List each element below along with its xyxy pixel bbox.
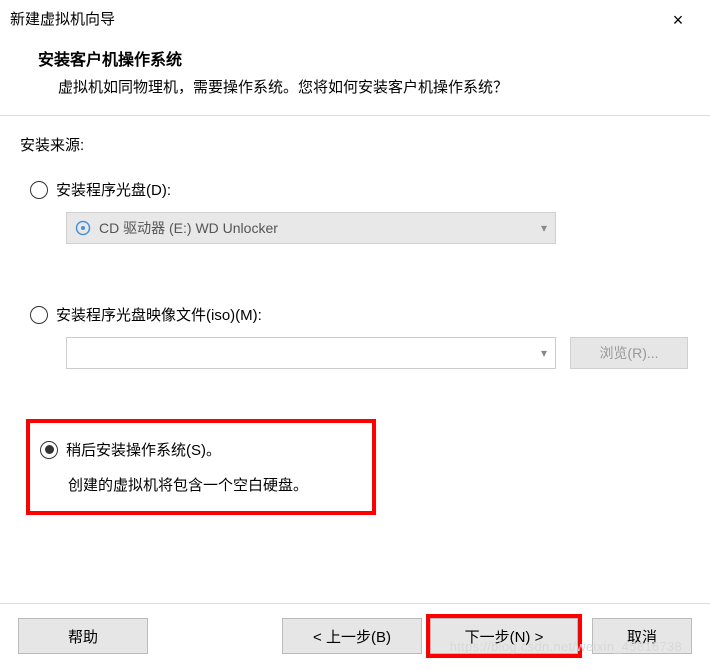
radio-group: 安装程序光盘(D): CD 驱动器 (E:) WD Unlocker ▾ 安装程…: [20, 179, 690, 515]
wizard-header: 安装客户机操作系统 虚拟机如同物理机，需要操作系统。您将如何安装客户机操作系统？: [0, 38, 710, 115]
disc-icon: [75, 220, 91, 236]
cancel-button[interactable]: 取消: [592, 618, 692, 654]
radio-option-disc[interactable]: 安装程序光盘(D):: [30, 179, 690, 200]
button-bar: 帮助 < 上一步(B) 下一步(N) > 取消: [0, 603, 710, 670]
browse-button[interactable]: 浏览(R)...: [570, 337, 688, 369]
chevron-down-icon: ▾: [541, 221, 547, 235]
close-button[interactable]: ×: [658, 6, 698, 34]
radio-icon: [30, 181, 48, 199]
disc-dropdown[interactable]: CD 驱动器 (E:) WD Unlocker ▾: [66, 212, 556, 244]
radio-icon: [30, 306, 48, 324]
radio-option-later[interactable]: 稍后安装操作系统(S)。: [40, 439, 362, 460]
help-button[interactable]: 帮助: [18, 618, 148, 654]
wizard-description: 虚拟机如同物理机，需要操作系统。您将如何安装客户机操作系统？: [38, 76, 680, 97]
dropdown-selected-text: CD 驱动器 (E:) WD Unlocker: [99, 218, 541, 238]
highlight-annotation-option: 稍后安装操作系统(S)。 创建的虚拟机将包含一个空白硬盘。: [26, 419, 376, 515]
close-icon: ×: [673, 10, 684, 31]
highlight-annotation-next: 下一步(N) >: [426, 614, 582, 658]
radio-label-iso: 安装程序光盘映像文件(iso)(M):: [56, 304, 262, 325]
radio-label-later: 稍后安装操作系统(S)。: [66, 439, 221, 460]
iso-path-input[interactable]: ▾: [66, 337, 556, 369]
option-later-description: 创建的虚拟机将包含一个空白硬盘。: [68, 474, 362, 495]
radio-icon-selected: [40, 441, 58, 459]
next-button[interactable]: 下一步(N) >: [430, 618, 578, 654]
radio-label-disc: 安装程序光盘(D):: [56, 179, 171, 200]
install-source-label: 安装来源:: [20, 134, 690, 155]
back-button[interactable]: < 上一步(B): [282, 618, 422, 654]
window-title: 新建虚拟机向导: [10, 6, 115, 29]
iso-row: ▾ 浏览(R)...: [66, 337, 690, 369]
wizard-body: 安装来源: 安装程序光盘(D): CD 驱动器 (E:) WD Unlocker…: [0, 116, 710, 525]
radio-option-iso[interactable]: 安装程序光盘映像文件(iso)(M):: [30, 304, 690, 325]
wizard-title: 安装客户机操作系统: [38, 46, 680, 70]
titlebar: 新建虚拟机向导 ×: [0, 0, 710, 38]
chevron-down-icon: ▾: [541, 346, 547, 360]
